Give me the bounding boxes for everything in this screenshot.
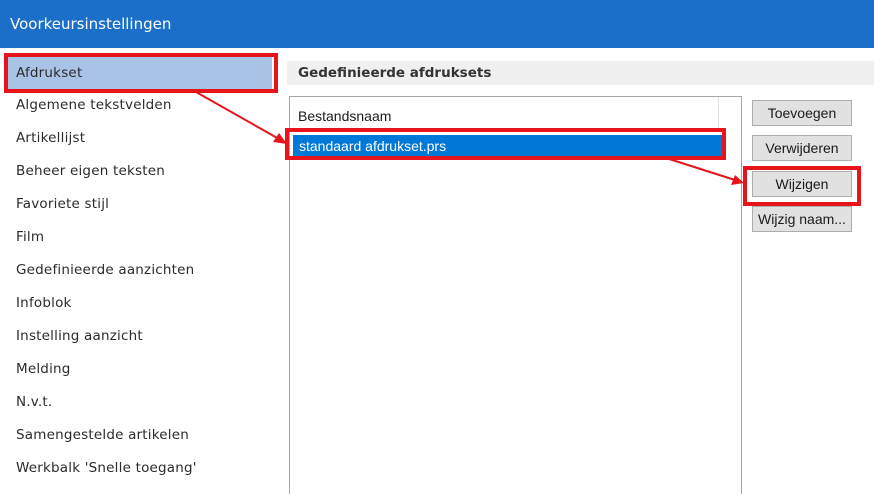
sidebar-item-melding[interactable]: Melding [6, 353, 272, 385]
add-button[interactable]: Toevoegen [752, 100, 852, 126]
sidebar-item-samengestelde-artikelen[interactable]: Samengestelde artikelen [6, 419, 272, 451]
list-item[interactable]: standaard afdrukset.prs [293, 135, 723, 157]
printset-list[interactable]: Bestandsnaam standaard afdrukset.prs [289, 96, 742, 494]
preferences-window: Voorkeursinstellingen Afdrukset Algemene… [0, 0, 874, 494]
window-title: Voorkeursinstellingen [0, 0, 874, 48]
sidebar-item-werkbalk-snelle-toegang[interactable]: Werkbalk 'Snelle toegang' [6, 452, 272, 484]
sidebar-item-beheer-eigen-teksten[interactable]: Beheer eigen teksten [6, 155, 272, 187]
section-title: Gedefinieerde afdruksets [287, 61, 874, 85]
sidebar-item-film[interactable]: Film [6, 221, 272, 253]
remove-button[interactable]: Verwijderen [752, 135, 852, 161]
sidebar: Afdrukset Algemene tekstvelden Artikelli… [0, 48, 276, 494]
column-separator [718, 97, 719, 129]
column-header-bestandsnaam[interactable]: Bestandsnaam [290, 97, 720, 129]
sidebar-item-instelling-aanzicht[interactable]: Instelling aanzicht [6, 320, 272, 352]
sidebar-item-nvt[interactable]: N.v.t. [6, 386, 272, 418]
sidebar-item-gedefinieerde-aanzichten[interactable]: Gedefinieerde aanzichten [6, 254, 272, 286]
edit-button[interactable]: Wijzigen [752, 171, 852, 197]
sidebar-item-favoriete-stijl[interactable]: Favoriete stijl [6, 188, 272, 220]
sidebar-item-algemene-tekstvelden[interactable]: Algemene tekstvelden [6, 89, 272, 121]
sidebar-item-artikellijst[interactable]: Artikellijst [6, 122, 272, 154]
sidebar-item-infoblok[interactable]: Infoblok [6, 287, 272, 319]
sidebar-item-afdrukset[interactable]: Afdrukset [6, 57, 272, 89]
rename-button[interactable]: Wijzig naam... [752, 206, 852, 232]
